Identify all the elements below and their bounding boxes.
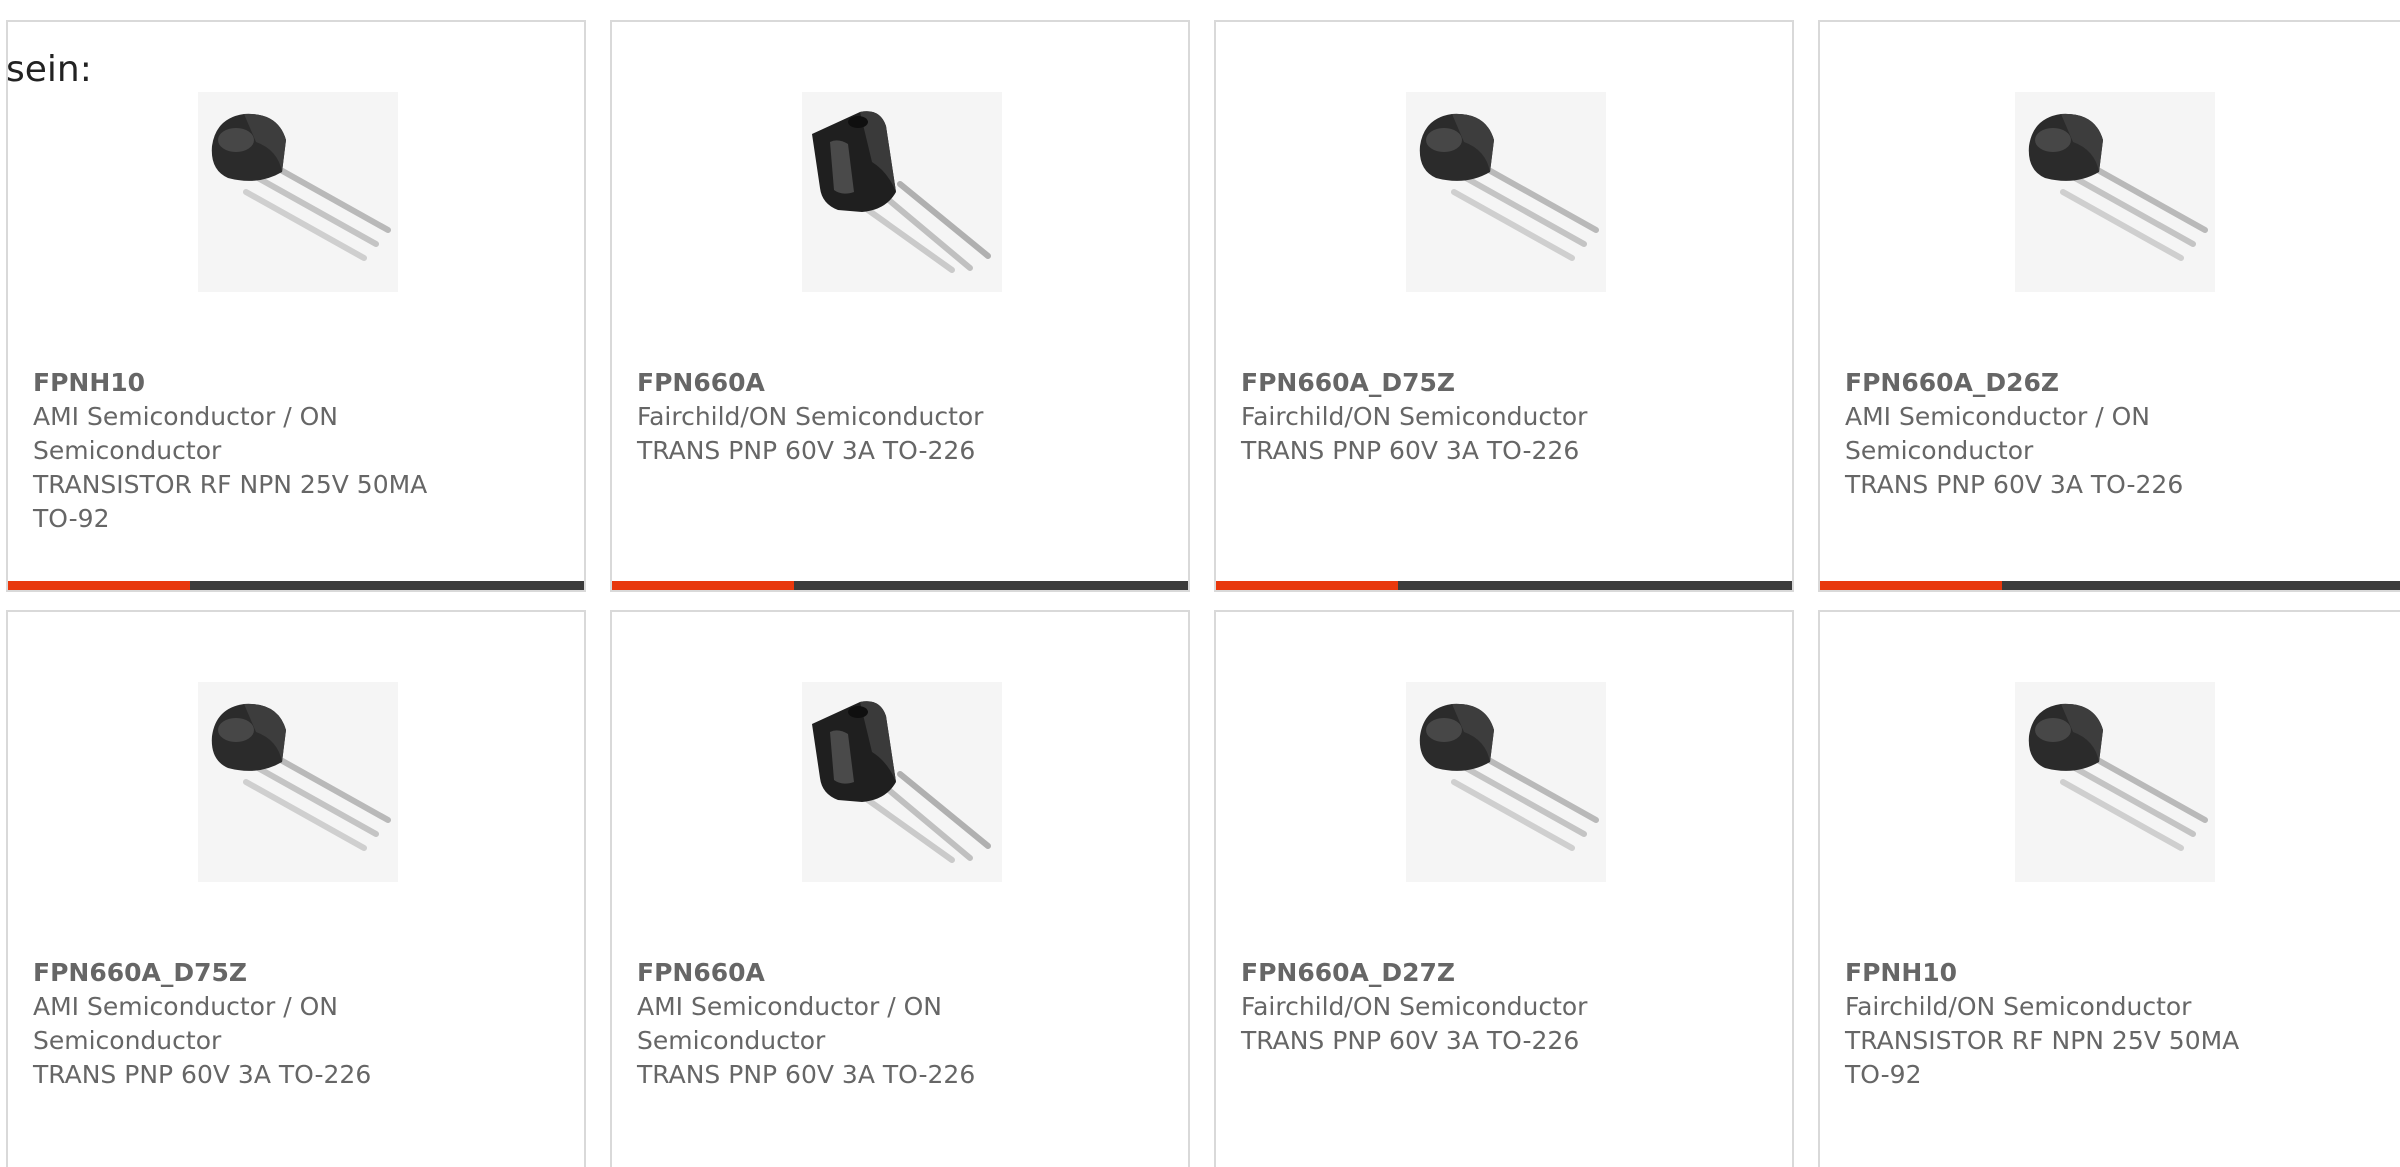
- to92-transistor-icon: [198, 682, 398, 882]
- manufacturer: Fairchild/ON Semiconductor: [1845, 992, 2192, 1021]
- description: TRANS PNP 60V 3A TO-226: [1241, 436, 1580, 465]
- product-image[interactable]: [1406, 92, 1606, 292]
- manufacturer: AMI Semiconductor / ON Semiconductor: [1845, 402, 2150, 465]
- description: TRANS PNP 60V 3A TO-226: [1845, 470, 2184, 499]
- to226-transistor-icon: [802, 682, 1002, 882]
- product-info: FPN660A_D75Z AMI Semiconductor / ON Semi…: [33, 956, 453, 1092]
- manufacturer: Fairchild/ON Semiconductor: [1241, 402, 1588, 431]
- part-number[interactable]: FPN660A_D26Z: [1845, 366, 2265, 400]
- product-card[interactable]: FPN660A_D26Z AMI Semiconductor / ON Semi…: [1818, 20, 2400, 592]
- part-number[interactable]: FPN660A: [637, 366, 1057, 400]
- description: TRANS PNP 60V 3A TO-226: [33, 1060, 372, 1089]
- to92-transistor-icon: [1406, 92, 1606, 292]
- intro-text: sein:: [6, 49, 92, 90]
- product-card[interactable]: FPN660A Fairchild/ON Semiconductor TRANS…: [610, 20, 1190, 592]
- card-accent: [1820, 581, 2002, 590]
- product-card[interactable]: FPNH10 Fairchild/ON Semiconductor TRANSI…: [1818, 610, 2400, 1167]
- manufacturer: AMI Semiconductor / ON Semiconductor: [637, 992, 942, 1055]
- product-image[interactable]: [2015, 682, 2215, 882]
- manufacturer: AMI Semiconductor / ON Semiconductor: [33, 402, 338, 465]
- product-image[interactable]: [802, 92, 1002, 292]
- product-image[interactable]: [1406, 682, 1606, 882]
- manufacturer: AMI Semiconductor / ON Semiconductor: [33, 992, 338, 1055]
- product-info: FPN660A_D75Z Fairchild/ON Semiconductor …: [1241, 366, 1661, 468]
- product-grid-page: sein: FPNH10 AMI Semiconductor / ON Semi…: [0, 0, 2400, 1167]
- product-image[interactable]: [2015, 92, 2215, 292]
- product-card[interactable]: FPN660A AMI Semiconductor / ON Semicondu…: [610, 610, 1190, 1167]
- card-accent: [1216, 581, 1398, 590]
- card-accent: [612, 581, 794, 590]
- product-card[interactable]: FPN660A_D75Z AMI Semiconductor / ON Semi…: [6, 610, 586, 1167]
- to92-transistor-icon: [1406, 682, 1606, 882]
- part-number[interactable]: FPNH10: [1845, 956, 2265, 990]
- product-info: FPN660A_D27Z Fairchild/ON Semiconductor …: [1241, 956, 1661, 1058]
- part-number[interactable]: FPNH10: [33, 366, 453, 400]
- description: TRANSISTOR RF NPN 25V 50MA TO-92: [33, 470, 428, 533]
- card-bottom-bar: [612, 581, 1188, 590]
- manufacturer: Fairchild/ON Semiconductor: [1241, 992, 1588, 1021]
- product-info: FPN660A_D26Z AMI Semiconductor / ON Semi…: [1845, 366, 2265, 502]
- card-bottom-bar: [1820, 581, 2400, 590]
- part-number[interactable]: FPN660A_D75Z: [1241, 366, 1661, 400]
- product-info: FPNH10 Fairchild/ON Semiconductor TRANSI…: [1845, 956, 2265, 1092]
- description: TRANS PNP 60V 3A TO-226: [637, 1060, 976, 1089]
- product-card[interactable]: FPN660A_D27Z Fairchild/ON Semiconductor …: [1214, 610, 1794, 1167]
- description: TRANS PNP 60V 3A TO-226: [1241, 1026, 1580, 1055]
- product-image[interactable]: [198, 682, 398, 882]
- part-number[interactable]: FPN660A_D27Z: [1241, 956, 1661, 990]
- product-image[interactable]: [802, 682, 1002, 882]
- to92-transistor-icon: [198, 92, 398, 292]
- card-bottom-bar: [8, 581, 584, 590]
- to92-transistor-icon: [2015, 92, 2215, 292]
- description: TRANSISTOR RF NPN 25V 50MA TO-92: [1845, 1026, 2240, 1089]
- manufacturer: Fairchild/ON Semiconductor: [637, 402, 984, 431]
- product-info: FPNH10 AMI Semiconductor / ON Semiconduc…: [33, 366, 453, 536]
- to92-transistor-icon: [2015, 682, 2215, 882]
- part-number[interactable]: FPN660A: [637, 956, 1057, 990]
- product-card[interactable]: FPNH10 AMI Semiconductor / ON Semiconduc…: [6, 20, 586, 592]
- description: TRANS PNP 60V 3A TO-226: [637, 436, 976, 465]
- card-accent: [8, 581, 190, 590]
- product-card[interactable]: FPN660A_D75Z Fairchild/ON Semiconductor …: [1214, 20, 1794, 592]
- to226-transistor-icon: [802, 92, 1002, 292]
- part-number[interactable]: FPN660A_D75Z: [33, 956, 453, 990]
- product-image[interactable]: [198, 92, 398, 292]
- product-info: FPN660A AMI Semiconductor / ON Semicondu…: [637, 956, 1057, 1092]
- product-info: FPN660A Fairchild/ON Semiconductor TRANS…: [637, 366, 1057, 468]
- card-bottom-bar: [1216, 581, 1792, 590]
